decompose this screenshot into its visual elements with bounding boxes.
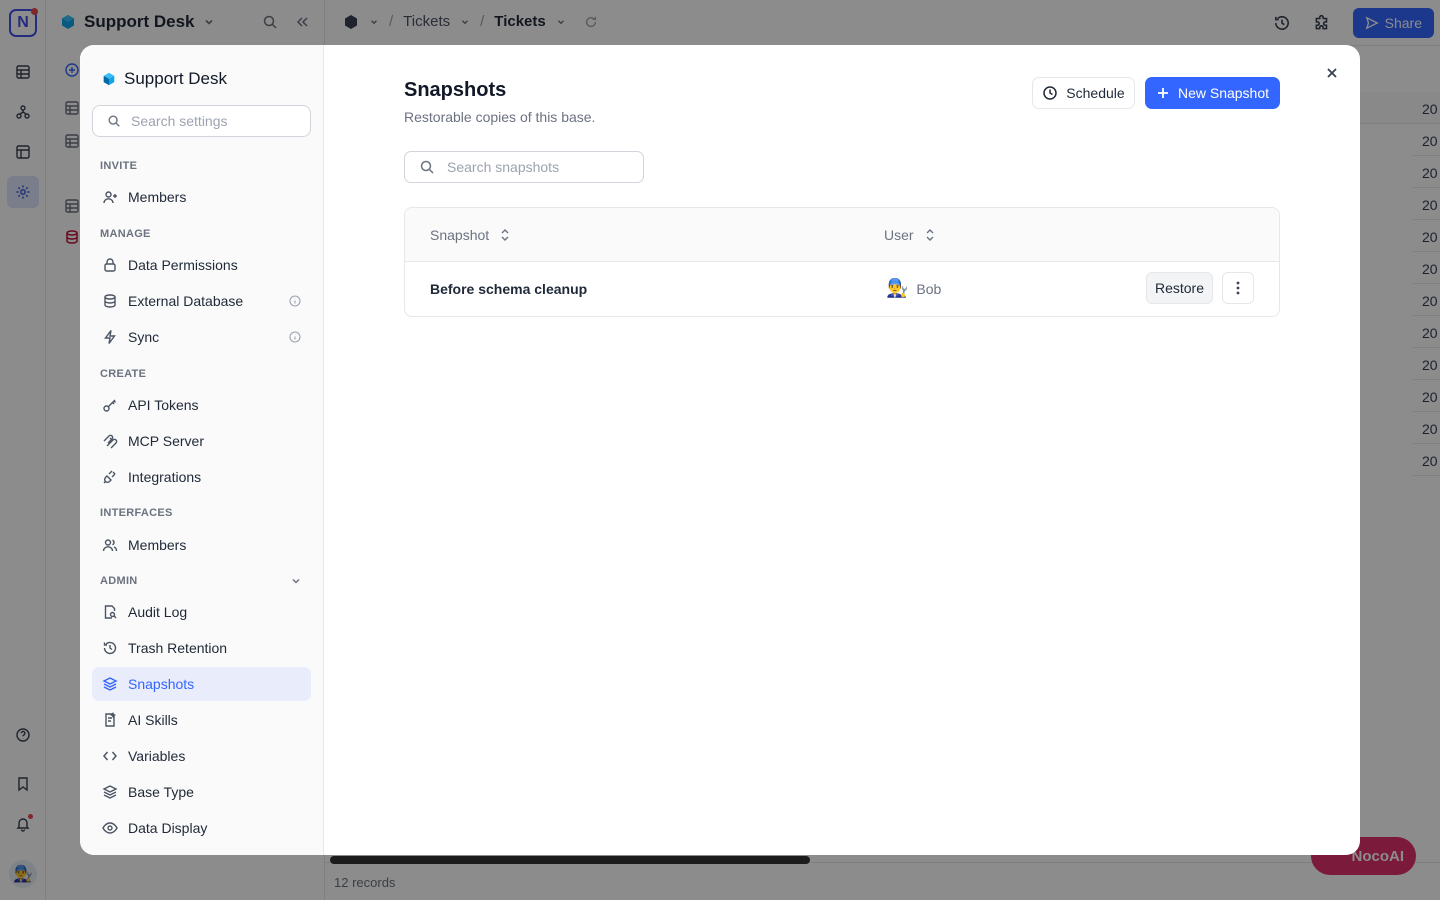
- snapshots-panel: Snapshots Restorable copies of this base…: [324, 45, 1360, 855]
- menu-item-api-tokens[interactable]: API Tokens: [92, 388, 311, 422]
- restore-button[interactable]: Restore: [1146, 272, 1213, 304]
- more-vertical-icon: [1236, 281, 1240, 295]
- column-label: User: [884, 227, 914, 243]
- lock-icon: [104, 258, 116, 272]
- new-snapshot-button[interactable]: New Snapshot: [1145, 77, 1280, 109]
- info-icon[interactable]: [289, 331, 301, 343]
- menu-item-data-permissions[interactable]: Data Permissions: [92, 248, 311, 282]
- menu-item-label: Members: [128, 537, 187, 553]
- sort-icon: [501, 229, 509, 241]
- menu-item-label: Integrations: [128, 469, 202, 485]
- snapshots-table: Snapshot User Before schema cleanup 👨‍🔧 …: [404, 207, 1280, 317]
- snapshot-name: Before schema cleanup: [430, 281, 588, 297]
- stack-icon: [102, 785, 118, 799]
- mcp-icon: [103, 434, 118, 449]
- menu-item-label: Trash Retention: [128, 640, 228, 656]
- schedule-button[interactable]: Schedule: [1032, 77, 1135, 109]
- clock-icon: [1043, 86, 1058, 100]
- menu-item-mcp-server[interactable]: MCP Server: [92, 424, 311, 458]
- section-admin: ADMIN: [100, 575, 138, 587]
- menu-item-snapshots[interactable]: Snapshots: [92, 667, 311, 701]
- menu-item-label: Members: [128, 189, 187, 205]
- history-icon: [103, 641, 117, 655]
- lightning-icon: [104, 330, 116, 344]
- audit-icon: [104, 605, 117, 619]
- menu-item-trash-retention[interactable]: Trash Retention: [92, 631, 311, 665]
- section-invite: INVITE: [100, 160, 138, 172]
- search-icon: [108, 115, 120, 127]
- section-interfaces: INTERFACES: [100, 507, 173, 519]
- table-row: Before schema cleanup 👨‍🔧 Bob Restore: [405, 262, 1279, 316]
- user-avatar: 👨‍🔧: [886, 278, 909, 298]
- column-label: Snapshot: [430, 227, 490, 243]
- settings-search-placeholder: Search settings: [131, 113, 228, 129]
- menu-item-label: Base Type: [128, 784, 194, 800]
- user-name: Bob: [916, 280, 942, 297]
- menu-item-label: API Tokens: [128, 397, 199, 413]
- snapshot-search-input[interactable]: Search snapshots: [404, 151, 644, 183]
- menu-item-label: AI Skills: [128, 712, 178, 728]
- settings-sidebar: Support Desk Search settings INVITE Memb…: [80, 45, 324, 855]
- key-icon: [103, 399, 116, 412]
- base-cube-icon: [103, 72, 115, 86]
- menu-item-data-display[interactable]: Data Display: [92, 811, 311, 845]
- menu-item-members[interactable]: Members: [92, 180, 311, 214]
- settings-search-input[interactable]: Search settings: [92, 105, 311, 137]
- database-icon: [104, 294, 116, 308]
- users-icon: [102, 539, 118, 552]
- snapshot-user: 👨‍🔧 Bob: [886, 278, 941, 299]
- page-subtitle: Restorable copies of this base.: [404, 109, 596, 125]
- code-icon: [103, 751, 117, 761]
- column-header-user[interactable]: User: [884, 227, 936, 243]
- menu-item-integrations[interactable]: Integrations: [92, 460, 311, 494]
- more-options-button[interactable]: [1222, 272, 1254, 304]
- column-header-snapshot[interactable]: Snapshot: [430, 227, 511, 243]
- menu-item-label: Audit Log: [128, 604, 188, 620]
- schedule-label: Schedule: [1066, 85, 1125, 101]
- menu-item-variables[interactable]: Variables: [92, 739, 311, 773]
- menu-item-sync[interactable]: Sync: [92, 320, 311, 354]
- sort-icon: [926, 229, 934, 241]
- settings-title: Support Desk: [124, 69, 227, 88]
- settings-modal: Support Desk Search settings INVITE Memb…: [80, 45, 1360, 855]
- info-icon[interactable]: [289, 295, 301, 307]
- menu-item-label: Variables: [128, 748, 186, 764]
- menu-item-audit-log[interactable]: Audit Log: [92, 595, 311, 629]
- layers-icon: [102, 677, 118, 691]
- menu-item-ai-skills[interactable]: AI Skills: [92, 703, 311, 737]
- section-create: CREATE: [100, 368, 147, 380]
- new-snapshot-label: New Snapshot: [1177, 85, 1270, 101]
- chevron-down-icon[interactable]: [290, 575, 302, 587]
- menu-item-label: Sync: [128, 329, 160, 345]
- settings-brand: Support Desk: [102, 69, 227, 89]
- close-icon[interactable]: [1324, 65, 1340, 81]
- menu-item-base-type[interactable]: Base Type: [92, 775, 311, 809]
- user-plus-icon: [103, 191, 117, 204]
- ai-skills-icon: [105, 712, 117, 727]
- page-title: Snapshots: [404, 79, 507, 101]
- plus-icon: [1157, 88, 1168, 98]
- menu-item-label: Data Display: [128, 820, 208, 836]
- menu-item-label: Data Permissions: [128, 257, 238, 273]
- menu-item-label: MCP Server: [128, 433, 204, 449]
- search-icon: [420, 160, 434, 174]
- section-manage: MANAGE: [100, 228, 151, 240]
- menu-item-interfaces-members[interactable]: Members: [92, 528, 311, 562]
- menu-item-external-database[interactable]: External Database: [92, 284, 311, 318]
- snapshot-search-placeholder: Search snapshots: [447, 159, 560, 175]
- menu-item-label: External Database: [128, 293, 244, 309]
- plug-icon: [103, 470, 116, 484]
- table-header: Snapshot User: [405, 208, 1279, 262]
- eye-icon: [102, 822, 118, 834]
- menu-item-label: Snapshots: [128, 676, 195, 692]
